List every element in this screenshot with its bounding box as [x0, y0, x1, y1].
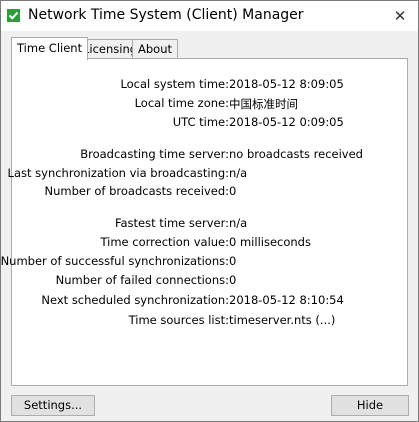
local-time-zone-label: Local time zone:: [134, 96, 229, 110]
row-local-system-time: Local system time: 2018-05-12 8:09:05: [12, 77, 407, 93]
row-successful-syncs: Number of successful synchronizations: 0: [1, 254, 407, 270]
row-next-scheduled-sync: Next scheduled synchronization: 2018-05-…: [12, 293, 407, 309]
window-title: Network Time System (Client) Manager: [28, 7, 304, 23]
row-fastest-time-server: Fastest time server: n/a: [12, 216, 407, 232]
failed-connections-label: Number of failed connections:: [55, 273, 229, 287]
number-of-broadcasts-value: 0: [229, 184, 237, 198]
broadcasting-time-server-value: no broadcasts received: [229, 147, 363, 161]
hide-button[interactable]: Hide: [331, 395, 409, 416]
successful-syncs-label: Number of successful synchronizations:: [0, 254, 229, 268]
time-correction-value-label: Time correction value:: [100, 235, 229, 249]
time-client-panel: Local system time: 2018-05-12 8:09:05 Lo…: [1, 58, 408, 386]
close-button[interactable]: ✕: [382, 1, 418, 31]
row-broadcasting-time-server: Broadcasting time server: no broadcasts …: [12, 147, 407, 163]
successful-syncs-value: 0: [229, 254, 237, 268]
failed-connections-value: 0: [229, 273, 237, 287]
row-time-correction-value: Time correction value: 0 milliseconds: [12, 235, 407, 251]
time-correction-value-value: 0 milliseconds: [229, 235, 311, 249]
next-scheduled-sync-label: Next scheduled synchronization:: [41, 293, 229, 307]
tab-time-client[interactable]: Time Client: [11, 37, 89, 60]
settings-button[interactable]: Settings...: [11, 395, 95, 416]
tab-about[interactable]: About: [132, 39, 179, 59]
green-checkmark-icon: [7, 9, 20, 22]
local-time-zone-value: 中国标准时间: [229, 97, 298, 111]
fastest-time-server-value: n/a: [229, 216, 248, 230]
title-bar[interactable]: Network Time System (Client) Manager ✕: [1, 1, 418, 31]
app-window: Network Time System (Client) Manager ✕ T…: [0, 0, 419, 422]
local-system-time-value: 2018-05-12 8:09:05: [229, 77, 344, 91]
number-of-broadcasts-label: Number of broadcasts received:: [44, 184, 229, 198]
fastest-time-server-label: Fastest time server:: [114, 216, 229, 230]
time-sources-list-value[interactable]: timeserver.nts (...): [229, 313, 335, 327]
row-time-sources-list: Time sources list: timeserver.nts (...): [12, 313, 407, 329]
row-failed-connections: Number of failed connections: 0: [12, 273, 407, 289]
last-sync-broadcasting-label: Last synchronization via broadcasting:: [7, 166, 229, 180]
time-sources-list-label: Time sources list:: [128, 313, 229, 327]
utc-time-value: 2018-05-12 0:09:05: [229, 115, 344, 129]
utc-time-label: UTC time:: [172, 115, 229, 129]
broadcasting-time-server-label: Broadcasting time server:: [80, 147, 229, 161]
local-system-time-label: Local system time:: [120, 77, 229, 91]
row-utc-time: UTC time: 2018-05-12 0:09:05: [12, 115, 407, 131]
row-last-sync-broadcasting: Last synchronization via broadcasting: n…: [8, 166, 407, 182]
row-number-of-broadcasts: Number of broadcasts received: 0: [12, 184, 407, 200]
close-icon: ✕: [393, 7, 407, 25]
row-local-time-zone: Local time zone: 中国标准时间: [12, 96, 407, 112]
next-scheduled-sync-value: 2018-05-12 8:10:54: [229, 293, 344, 307]
last-sync-broadcasting-value: n/a: [229, 166, 248, 180]
